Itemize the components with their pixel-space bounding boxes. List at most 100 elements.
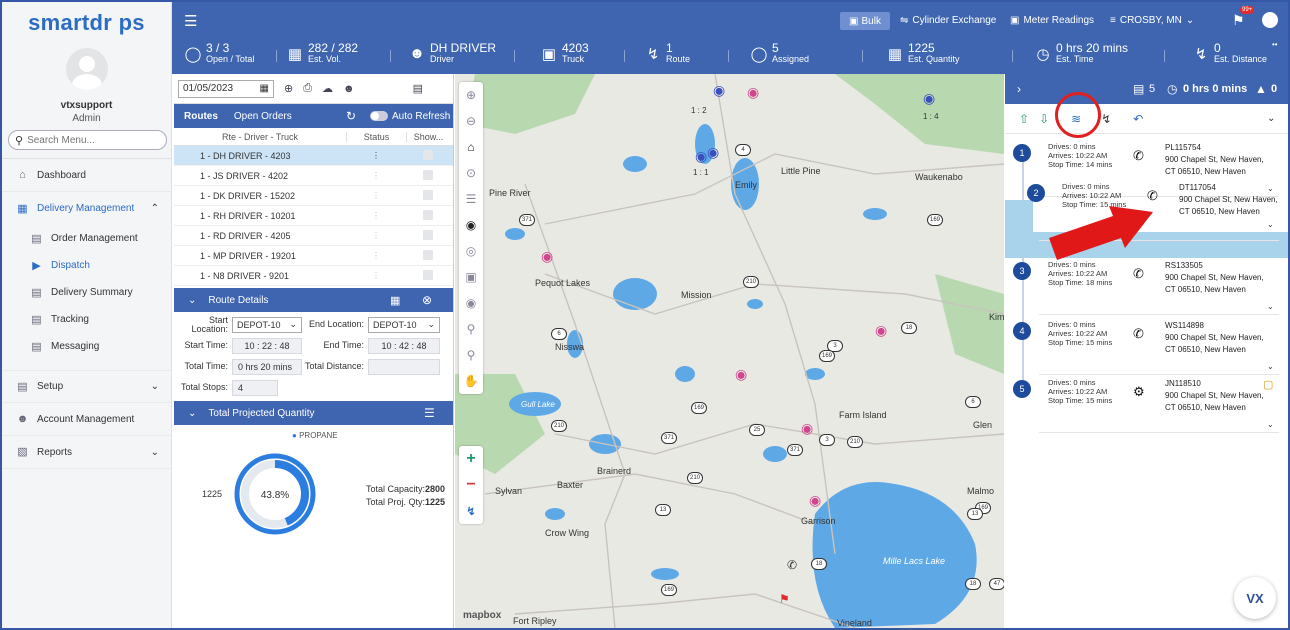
phone-icon[interactable]: ✆: [1133, 326, 1144, 342]
table-row[interactable]: 1 - DK DRIVER - 15202 ⋮: [174, 186, 453, 206]
calendar-icon[interactable]: ▦: [260, 83, 269, 94]
zoom-out-icon[interactable]: ⊖: [459, 108, 483, 134]
move-down-icon[interactable]: ⇩: [1039, 112, 1049, 126]
users-icon[interactable]: ☻: [343, 83, 355, 95]
tab-routes[interactable]: Routes: [184, 111, 218, 122]
end-time-input[interactable]: 10 : 42 : 48: [368, 337, 440, 354]
show-checkbox[interactable]: [406, 149, 450, 162]
map-pin-pink[interactable]: ◉: [541, 248, 553, 265]
show-checkbox[interactable]: [406, 169, 450, 182]
start-location-select[interactable]: DEPOT-10 ⌄: [232, 316, 302, 333]
meter-readings-tab[interactable]: ▣ Meter Readings: [1010, 15, 1094, 26]
bulk-tab[interactable]: ▣ Bulk: [840, 12, 890, 30]
table-row[interactable]: 1 - MP DRIVER - 19201 ⋮: [174, 246, 453, 266]
upload-icon[interactable]: ☁: [322, 82, 333, 95]
app-logo[interactable]: smartdr ps: [2, 2, 171, 44]
sidebar-subitem-delivery-summary[interactable]: ▤ Delivery Summary: [2, 279, 171, 306]
route-icon[interactable]: ↯: [1101, 112, 1111, 126]
sidebar-item-reports[interactable]: ▧ Reports ⌄: [2, 436, 171, 469]
close-icon[interactable]: ⊗: [422, 293, 432, 307]
table-row[interactable]: 1 - RD DRIVER - 4205 ⋮: [174, 226, 453, 246]
layers-icon[interactable]: ☰: [459, 186, 483, 212]
map-pin-pink[interactable]: ◉: [801, 420, 813, 437]
avatar[interactable]: [65, 48, 108, 90]
zoom-plus-button[interactable]: +: [459, 446, 483, 472]
radar-icon[interactable]: ◎: [459, 238, 483, 264]
show-checkbox[interactable]: [406, 229, 450, 242]
tab-open-orders[interactable]: Open Orders: [234, 111, 292, 122]
pin-icon[interactable]: ◉: [459, 212, 483, 238]
sidebar-item-account-management[interactable]: ☻ Account Management: [2, 403, 171, 436]
truck-icon[interactable]: ▣: [459, 264, 483, 290]
sidebar-item-delivery-management[interactable]: ▦ Delivery Management ⌃: [2, 192, 171, 225]
add-pin-icon[interactable]: ⚲: [459, 316, 483, 342]
expand-chevron-icon[interactable]: ⌄: [1267, 362, 1274, 371]
note-icon[interactable]: ▢: [1263, 378, 1273, 391]
zoom-minus-button[interactable]: −: [459, 472, 483, 498]
move-up-icon[interactable]: ⇧: [1019, 112, 1029, 126]
zoom-in-icon[interactable]: ⊕: [459, 82, 483, 108]
phone-icon[interactable]: ✆: [1133, 148, 1144, 164]
show-checkbox[interactable]: [406, 189, 450, 202]
col-show[interactable]: Show...: [406, 131, 450, 142]
phone-icon[interactable]: ✆: [1147, 188, 1158, 204]
col-status[interactable]: Status: [346, 131, 406, 142]
menu-icon[interactable]: ☰: [424, 406, 435, 420]
table-row[interactable]: 1 - DH DRIVER - 4203 ⋮: [174, 146, 453, 166]
sidebar-item-dashboard[interactable]: ⌂ Dashboard: [2, 159, 171, 192]
end-location-select[interactable]: DEPOT-10 ⌄: [368, 316, 440, 333]
col-rte-driver-truck[interactable]: Rte - Driver - Truck: [174, 132, 346, 142]
phone-marker-icon[interactable]: ✆: [787, 558, 797, 572]
expand-chevron-icon[interactable]: ⌄: [1267, 302, 1274, 311]
expand-all-icon[interactable]: ⌄: [1267, 113, 1275, 124]
globe-icon[interactable]: ◉: [459, 290, 483, 316]
start-time-input[interactable]: 10 : 22 : 48: [232, 337, 302, 354]
hand-icon[interactable]: ✋: [459, 368, 483, 394]
map-pin-blue[interactable]: ◉: [923, 90, 935, 107]
map-pin-pink[interactable]: ◉: [735, 366, 747, 383]
print-icon[interactable]: ⎙: [303, 82, 312, 95]
auto-refresh-toggle[interactable]: [370, 111, 388, 121]
cylinder-exchange-tab[interactable]: ⇋ Cylinder Exchange: [900, 15, 996, 26]
save-icon[interactable]: ▦: [390, 294, 400, 307]
projected-quantity-header[interactable]: ⌄ Total Projected Quantity ☰: [174, 401, 453, 425]
search-input[interactable]: [27, 134, 158, 146]
map-pin-pink[interactable]: ◉: [809, 492, 821, 509]
route-details-header[interactable]: ⌄ Route Details ▦ ⊗: [174, 288, 453, 312]
user-menu-icon[interactable]: [1262, 12, 1278, 28]
map-pin-blue[interactable]: ◉: [695, 148, 707, 165]
route-icon[interactable]: ↯: [459, 498, 483, 524]
locate-icon[interactable]: ⊙: [459, 160, 483, 186]
date-input[interactable]: 01/05/2023 ▦: [178, 79, 274, 98]
sidebar-subitem-order-management[interactable]: ▤ Order Management: [2, 225, 171, 252]
show-checkbox[interactable]: [406, 269, 450, 282]
sidebar-subitem-messaging[interactable]: ▤ Messaging: [2, 333, 171, 360]
sidebar-subitem-dispatch[interactable]: ▶ Dispatch: [2, 252, 171, 279]
undo-icon[interactable]: ↶: [1133, 112, 1143, 126]
chat-widget-button[interactable]: VX: [1234, 577, 1276, 619]
expand-chevron-icon[interactable]: ⌄: [1267, 220, 1274, 229]
map-pin-blue[interactable]: ◉: [707, 144, 719, 161]
chevron-right-icon[interactable]: ›: [1017, 82, 1021, 96]
chevron-down-icon[interactable]: ⌄: [188, 408, 196, 419]
map-view[interactable]: ⊕ ⊖ ⌂ ⊙ ☰ ◉ ◎ ▣ ◉ ⚲ ⚲ ✋ + − ↯ Pine River…: [455, 74, 1004, 628]
expand-chevron-icon[interactable]: ⌄: [1267, 420, 1274, 429]
chevron-down-icon[interactable]: ⌄: [188, 295, 196, 306]
location-select[interactable]: ≡ CROSBY, MN ⌄: [1110, 15, 1194, 26]
map-pin-pink[interactable]: ◉: [875, 322, 887, 339]
flag-marker-icon[interactable]: ⚑: [779, 592, 790, 606]
show-checkbox[interactable]: [406, 249, 450, 262]
table-row[interactable]: 1 - N8 DRIVER - 9201 ⋮: [174, 266, 453, 286]
search-box[interactable]: ⚲: [8, 130, 167, 150]
columns-icon[interactable]: ▤: [413, 82, 423, 95]
table-row[interactable]: 1 - JS DRIVER - 4202 ⋮: [174, 166, 453, 186]
add-icon[interactable]: ⊕: [284, 82, 293, 95]
sidebar-item-setup[interactable]: ▤ Setup ⌄: [2, 370, 171, 403]
table-row[interactable]: 1 - RH DRIVER - 10201 ⋮: [174, 206, 453, 226]
notification-bell-icon[interactable]: ⚑: [1232, 12, 1245, 29]
map-pin-blue[interactable]: ◉: [713, 82, 725, 99]
show-checkbox[interactable]: [406, 209, 450, 222]
remove-pin-icon[interactable]: ⚲: [459, 342, 483, 368]
more-dots-icon[interactable]: ••: [1272, 40, 1278, 49]
phone-icon[interactable]: ✆: [1133, 266, 1144, 282]
